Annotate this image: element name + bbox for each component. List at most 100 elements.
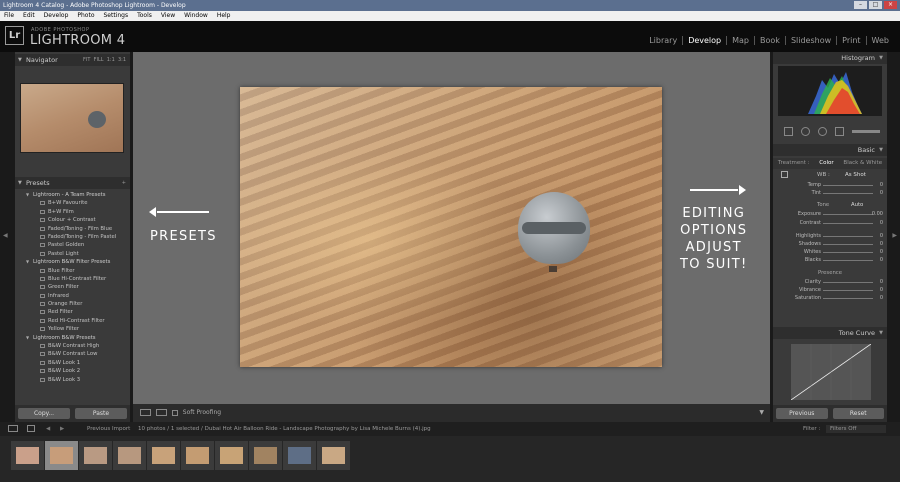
preset-folder[interactable]: ▼ Lightroom B&W Filter Presets bbox=[15, 258, 130, 266]
preset-item[interactable]: Pastel Golden bbox=[15, 241, 130, 249]
presets-header[interactable]: ▼ Presets + bbox=[15, 177, 130, 189]
preset-item[interactable]: B&W Look 1 bbox=[15, 359, 130, 367]
slider-value[interactable]: 0 bbox=[880, 294, 883, 302]
slider-temp[interactable]: Temp 0 bbox=[773, 181, 887, 189]
zoom-fit[interactable]: FIT bbox=[83, 57, 90, 63]
tone-curve-header[interactable]: Tone Curve ▼ bbox=[773, 327, 887, 339]
preset-item[interactable]: Red Filter bbox=[15, 308, 130, 316]
preset-item[interactable]: B&W Contrast High bbox=[15, 342, 130, 350]
slider-value[interactable]: 0 bbox=[880, 278, 883, 286]
preset-item[interactable]: Faded/Toning - Film Blue bbox=[15, 225, 130, 233]
filmstrip-thumbnail[interactable] bbox=[79, 441, 112, 470]
minimize-button[interactable]: – bbox=[854, 1, 867, 9]
red-eye-icon[interactable] bbox=[818, 126, 827, 136]
slider-track[interactable] bbox=[823, 289, 873, 291]
menu-window[interactable]: Window bbox=[184, 11, 208, 21]
menu-photo[interactable]: Photo bbox=[77, 11, 94, 21]
slider-value[interactable]: 0 bbox=[880, 232, 883, 240]
maximize-button[interactable]: □ bbox=[869, 1, 882, 9]
add-preset-icon[interactable]: + bbox=[122, 177, 126, 189]
module-print[interactable]: Print bbox=[836, 36, 865, 45]
preset-folder[interactable]: ▼ Lightroom - A Team Presets bbox=[15, 191, 130, 199]
filter-select[interactable]: Filters Off bbox=[826, 425, 886, 433]
slider-value[interactable]: 0.00 bbox=[872, 210, 883, 218]
slider-value[interactable]: 0 bbox=[880, 189, 883, 197]
slider-track[interactable] bbox=[823, 235, 873, 237]
preset-item[interactable]: B&W Look 3 bbox=[15, 376, 130, 384]
slider-value[interactable]: 0 bbox=[880, 181, 883, 189]
toolbar-menu-icon[interactable]: ▼ bbox=[759, 404, 764, 422]
navigator-header[interactable]: ▼ Navigator FIT FILL 1:1 3:1 bbox=[15, 54, 130, 66]
left-panel-toggle-icon[interactable]: ◀ bbox=[3, 232, 8, 239]
wb-select[interactable]: As Shot bbox=[845, 169, 866, 181]
menu-tools[interactable]: Tools bbox=[137, 11, 152, 21]
histogram-header[interactable]: Histogram ▼ bbox=[773, 52, 887, 64]
previous-button[interactable]: Previous bbox=[776, 408, 828, 419]
auto-tone-button[interactable]: Auto bbox=[851, 200, 863, 210]
filmstrip-thumbnail[interactable] bbox=[11, 441, 44, 470]
slider-track[interactable] bbox=[823, 193, 873, 195]
slider-tint[interactable]: Tint 0 bbox=[773, 189, 887, 197]
graduated-filter-icon[interactable] bbox=[835, 126, 844, 136]
grid-view-icon[interactable] bbox=[27, 425, 35, 432]
eyedropper-icon[interactable] bbox=[781, 171, 788, 178]
soft-proofing-checkbox[interactable] bbox=[171, 409, 178, 416]
filmstrip-source[interactable]: Previous Import bbox=[87, 422, 130, 436]
slider-vibrance[interactable]: Vibrance 0 bbox=[773, 286, 887, 294]
filmstrip-thumbnail[interactable] bbox=[317, 441, 350, 470]
photo-canvas[interactable] bbox=[133, 52, 770, 404]
slider-contrast[interactable]: Contrast 0 bbox=[773, 219, 887, 227]
zoom-3-1[interactable]: 3:1 bbox=[118, 57, 126, 63]
preset-item[interactable]: Pastel Light bbox=[15, 250, 130, 258]
slider-track[interactable] bbox=[823, 260, 873, 262]
crop-tool-icon[interactable] bbox=[784, 126, 793, 136]
preset-folder[interactable]: ▼ Lightroom B&W Presets bbox=[15, 334, 130, 342]
back-arrow-icon[interactable]: ◀ bbox=[46, 422, 50, 436]
module-book[interactable]: Book bbox=[754, 36, 785, 45]
view-mode-icon[interactable] bbox=[140, 409, 151, 416]
preset-item[interactable]: B+W Film bbox=[15, 208, 130, 216]
slider-value[interactable]: 0 bbox=[880, 286, 883, 294]
slider-whites[interactable]: Whites 0 bbox=[773, 248, 887, 256]
slider-value[interactable]: 0 bbox=[880, 240, 883, 248]
preset-item[interactable]: Red Hi-Contrast Filter bbox=[15, 317, 130, 325]
reset-button[interactable]: Reset bbox=[832, 408, 884, 419]
before-after-icon[interactable] bbox=[155, 409, 167, 416]
tone-curve-graph[interactable] bbox=[790, 343, 872, 401]
filmstrip-thumbnail[interactable] bbox=[283, 441, 316, 470]
filmstrip-thumbnail[interactable] bbox=[147, 441, 180, 470]
preset-item[interactable]: Faded/Toning - Film Pastel bbox=[15, 233, 130, 241]
close-button[interactable]: × bbox=[884, 1, 897, 9]
menu-develop[interactable]: Develop bbox=[44, 11, 69, 21]
slider-blacks[interactable]: Blacks 0 bbox=[773, 256, 887, 264]
preset-item[interactable]: Infrared bbox=[15, 292, 130, 300]
menu-help[interactable]: Help bbox=[217, 11, 231, 21]
filmstrip-thumbnail[interactable] bbox=[45, 441, 78, 470]
zoom-fill[interactable]: FILL bbox=[94, 57, 104, 63]
slider-track[interactable] bbox=[823, 252, 873, 254]
preset-item[interactable]: Orange Filter bbox=[15, 300, 130, 308]
menu-file[interactable]: File bbox=[4, 11, 14, 21]
preset-item[interactable]: Yellow Filter bbox=[15, 325, 130, 333]
slider-value[interactable]: 0 bbox=[880, 248, 883, 256]
filmstrip-thumbnail[interactable] bbox=[215, 441, 248, 470]
photo-desert-dunes[interactable] bbox=[240, 87, 662, 367]
slider-value[interactable]: 0 bbox=[880, 219, 883, 227]
forward-arrow-icon[interactable]: ▶ bbox=[60, 422, 64, 436]
preset-item[interactable]: B&W Contrast Low bbox=[15, 350, 130, 358]
spot-removal-icon[interactable] bbox=[801, 126, 810, 136]
menu-view[interactable]: View bbox=[161, 11, 175, 21]
menu-edit[interactable]: Edit bbox=[23, 11, 35, 21]
module-slideshow[interactable]: Slideshow bbox=[784, 36, 836, 45]
slider-track[interactable] bbox=[823, 281, 873, 283]
slider-shadows[interactable]: Shadows 0 bbox=[773, 240, 887, 248]
slider-track[interactable] bbox=[823, 222, 873, 224]
tab-black-white[interactable]: Black & White bbox=[843, 158, 882, 169]
paste-button[interactable]: Paste bbox=[75, 408, 127, 419]
slider-highlights[interactable]: Highlights 0 bbox=[773, 232, 887, 240]
slider-track[interactable] bbox=[823, 243, 873, 245]
slider-clarity[interactable]: Clarity 0 bbox=[773, 278, 887, 286]
preset-item[interactable]: Colour + Contrast bbox=[15, 216, 130, 224]
right-panel-toggle-icon[interactable]: ▶ bbox=[892, 232, 897, 239]
copy-button[interactable]: Copy... bbox=[18, 408, 70, 419]
